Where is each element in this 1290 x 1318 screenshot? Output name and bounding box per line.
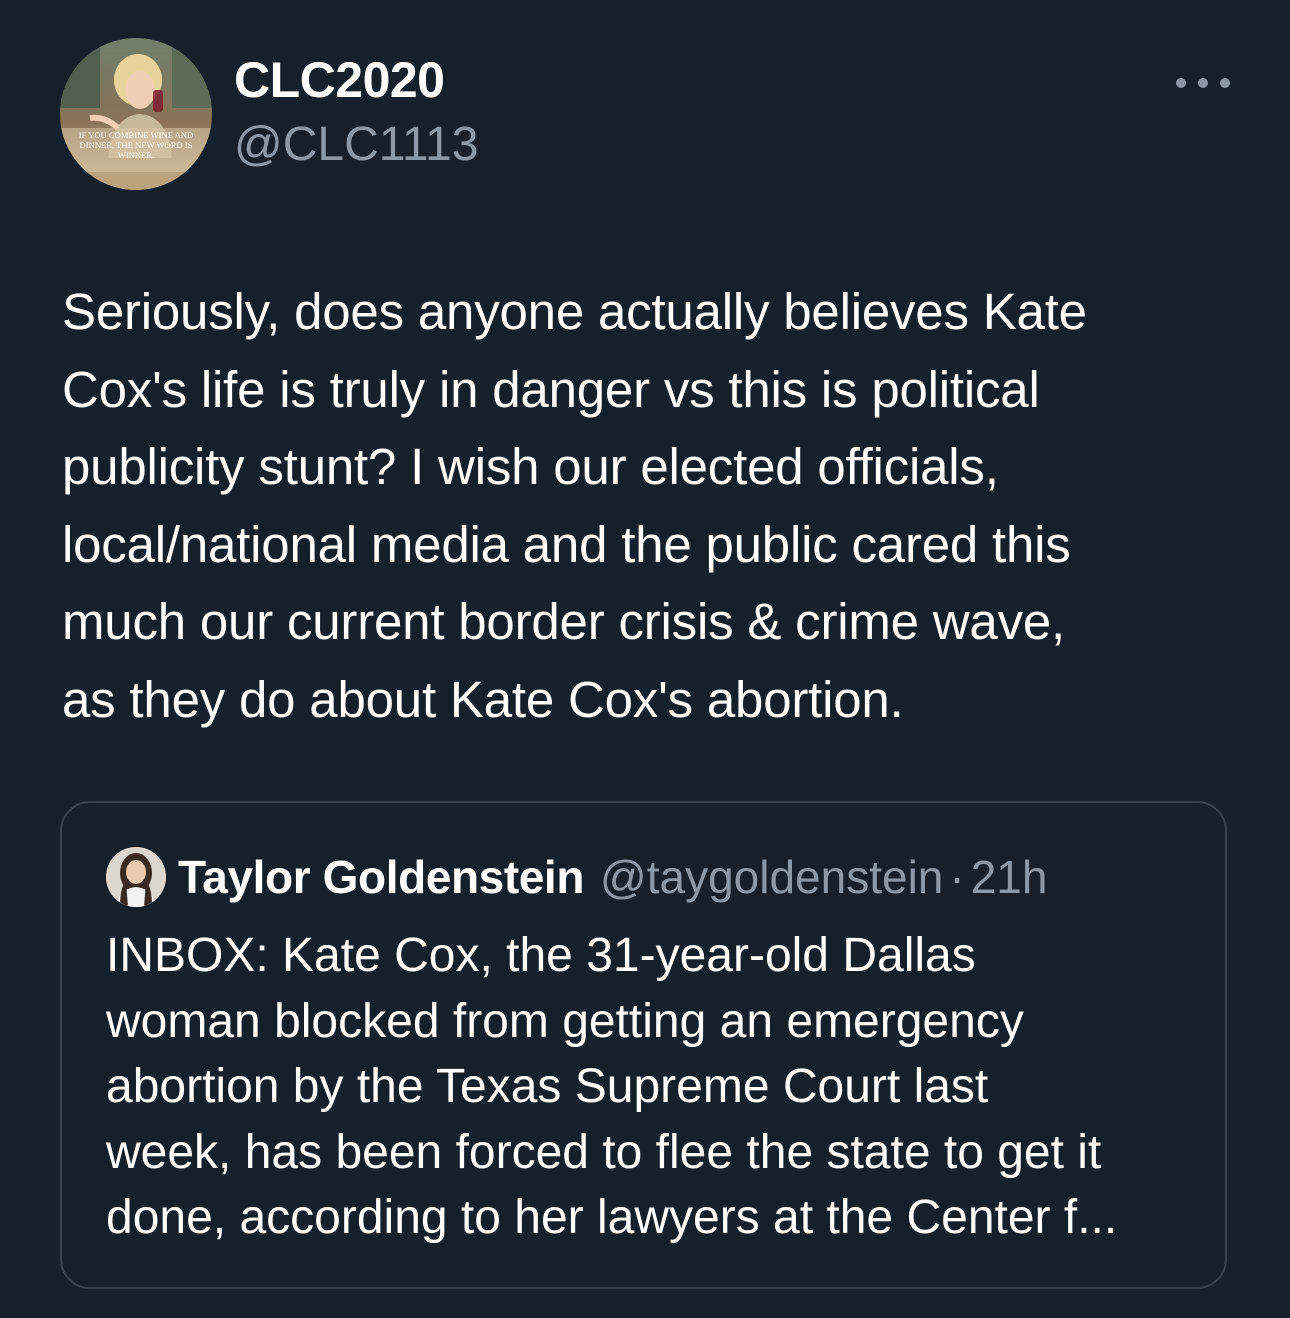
more-horizontal-icon-dot-3 — [1220, 78, 1230, 88]
header-separator: · — [949, 851, 965, 903]
svg-text:IF YOU COMBINE WINE AND: IF YOU COMBINE WINE AND — [79, 130, 194, 140]
quoted-text-line: woman blocked from getting an emergency — [106, 994, 1024, 1048]
author-avatar[interactable]: IF YOU COMBINE WINE AND DINNER, THE NEW … — [60, 38, 212, 190]
author-handle[interactable]: @CLC1113 — [234, 115, 478, 175]
tweet-text-line: as they do about Kate Cox's abortion. — [62, 670, 904, 728]
quoted-tweet-card[interactable]: Taylor Goldenstein @taygoldenstein · 21h… — [60, 801, 1227, 1289]
quoted-author-avatar[interactable] — [106, 847, 166, 907]
tweet-text-line: local/national media and the public care… — [62, 515, 1071, 573]
quoted-tweet-header: Taylor Goldenstein @taygoldenstein · 21h — [178, 847, 1047, 907]
quoted-text-line: abortion by the Texas Supreme Court last — [106, 1060, 989, 1113]
more-horizontal-icon — [1176, 78, 1186, 88]
svg-text:DINNER, THE NEW WORD IS: DINNER, THE NEW WORD IS — [80, 140, 193, 150]
quoted-author-handle[interactable]: @taygoldenstein — [600, 850, 943, 904]
quoted-text-line: INBOX: Kate Cox, the 31-year-old Dallas — [106, 929, 976, 982]
tweet-text-line: Cox's life is truly in danger vs this is… — [62, 360, 1040, 418]
quoted-tweet-timestamp[interactable]: 21h — [971, 850, 1048, 904]
tweet: IF YOU COMBINE WINE AND DINNER, THE NEW … — [0, 0, 1290, 1318]
quoted-text-line: done, according to her lawyers at the Ce… — [106, 1191, 1118, 1244]
tweet-text-line: much our current border crisis & crime w… — [62, 593, 1066, 650]
more-horizontal-icon-dot-2 — [1198, 78, 1208, 88]
tweet-text: Seriously, does anyone actually believes… — [62, 273, 1237, 738]
svg-text:WINNER.: WINNER. — [118, 150, 155, 160]
more-options-button[interactable] — [1176, 68, 1230, 98]
tweet-text-line: Seriously, does anyone actually believes… — [62, 283, 1087, 340]
tweet-text-line: publicity stunt? I wish our elected offi… — [62, 438, 999, 495]
quoted-tweet-text: INBOX: Kate Cox, the 31-year-old Dallas … — [106, 923, 1196, 1251]
quoted-author-display-name[interactable]: Taylor Goldenstein — [178, 850, 584, 904]
quoted-avatar-image — [106, 847, 166, 907]
avatar-image: IF YOU COMBINE WINE AND DINNER, THE NEW … — [60, 38, 212, 190]
author-display-name[interactable]: CLC2020 — [234, 50, 445, 110]
quoted-text-line: week, has been forced to flee the state … — [106, 1125, 1102, 1179]
